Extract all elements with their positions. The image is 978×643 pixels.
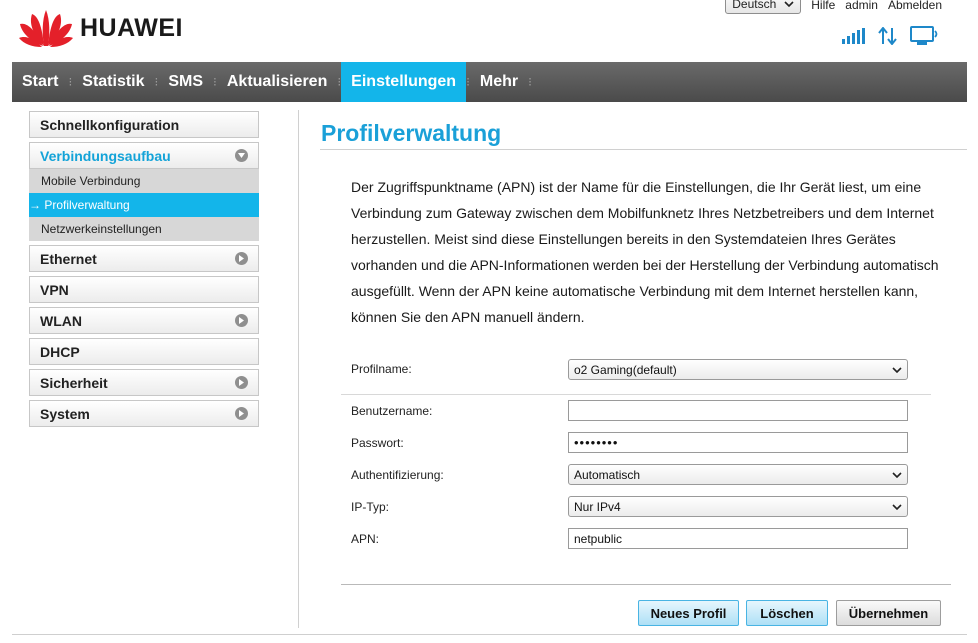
language-select-value: Deutsch bbox=[732, 0, 777, 11]
username-input[interactable] bbox=[568, 400, 908, 421]
nav-aktualisieren[interactable]: Aktualisieren bbox=[217, 62, 337, 102]
chevron-down-icon bbox=[784, 1, 794, 7]
apply-button[interactable]: Übernehmen bbox=[836, 600, 941, 626]
sidebar-item-wlan[interactable]: WLAN bbox=[29, 307, 259, 334]
sidebar-item-system[interactable]: System bbox=[29, 400, 259, 427]
sidebar-item-ethernet[interactable]: Ethernet bbox=[29, 245, 259, 272]
apn-label: APN: bbox=[351, 532, 380, 546]
nav-start[interactable]: Start bbox=[12, 62, 68, 102]
chevron-right-icon bbox=[235, 407, 248, 420]
status-icons bbox=[842, 26, 940, 46]
sidebar-item-schnellkonfiguration[interactable]: Schnellkonfiguration bbox=[29, 111, 259, 138]
chevron-down-icon bbox=[892, 366, 902, 373]
ip-type-label: IP-Typ: bbox=[351, 500, 390, 514]
sidebar-item-sicherheit[interactable]: Sicherheit bbox=[29, 369, 259, 396]
footer-divider bbox=[12, 634, 967, 635]
sidebar-item-label: Ethernet bbox=[40, 250, 97, 267]
chevron-down-icon bbox=[892, 503, 902, 510]
chevron-right-icon bbox=[235, 376, 248, 389]
sidebar-subitem-profilverwaltung[interactable]: → Profilverwaltung bbox=[29, 193, 259, 217]
page-title: Profilverwaltung bbox=[321, 120, 502, 146]
authentication-value: Automatisch bbox=[574, 467, 641, 482]
huawei-flower-icon bbox=[19, 10, 73, 47]
nav-separator: ⁝ bbox=[528, 75, 532, 89]
delete-button[interactable]: Löschen bbox=[746, 600, 828, 626]
chevron-down-icon bbox=[892, 471, 902, 478]
chevron-right-icon bbox=[235, 314, 248, 327]
apn-description: Der Zugriffspunktname (APN) ist der Name… bbox=[351, 179, 939, 325]
nav-sms[interactable]: SMS bbox=[158, 62, 213, 102]
title-divider bbox=[320, 149, 967, 150]
buttons-divider bbox=[341, 584, 951, 585]
data-transfer-icon bbox=[878, 27, 897, 45]
password-value: •••••••• bbox=[574, 435, 619, 450]
brand-name: HUAWEI bbox=[80, 13, 183, 42]
nav-statistik[interactable]: Statistik bbox=[72, 62, 154, 102]
nav-mehr[interactable]: Mehr bbox=[470, 62, 528, 102]
main-nav: Start ⁝ Statistik ⁝ SMS ⁝ Aktualisieren … bbox=[12, 62, 967, 102]
authentication-select[interactable]: Automatisch bbox=[568, 464, 908, 485]
language-select[interactable]: Deutsch bbox=[725, 0, 802, 14]
chevron-down-icon bbox=[235, 149, 248, 162]
password-input[interactable]: •••••••• bbox=[568, 432, 908, 453]
sidebar-submenu: Mobile Verbindung → Profilverwaltung Net… bbox=[29, 169, 259, 241]
sidebar-item-label: System bbox=[40, 405, 90, 422]
sidebar-item-label: VPN bbox=[40, 281, 69, 298]
password-label: Passwort: bbox=[351, 436, 404, 450]
nav-einstellungen[interactable]: Einstellungen bbox=[341, 62, 467, 102]
sidebar-item-dhcp[interactable]: DHCP bbox=[29, 338, 259, 365]
sidebar-item-label: Schnellkonfiguration bbox=[40, 116, 180, 133]
computer-connected-icon bbox=[910, 26, 938, 45]
brand-logo: HUAWEI bbox=[18, 8, 183, 48]
sidebar-item-label: Verbindungsaufbau bbox=[40, 147, 171, 164]
settings-sidebar: Schnellkonfiguration Verbindungsaufbau M… bbox=[29, 111, 259, 431]
ip-type-value: Nur IPv4 bbox=[574, 499, 621, 514]
chevron-right-icon bbox=[235, 252, 248, 265]
sidebar-item-vpn[interactable]: VPN bbox=[29, 276, 259, 303]
ip-type-select[interactable]: Nur IPv4 bbox=[568, 496, 908, 517]
sidebar-item-label: Sicherheit bbox=[40, 374, 108, 391]
apn-input[interactable] bbox=[568, 528, 908, 549]
sidebar-item-label: WLAN bbox=[40, 312, 82, 329]
new-profile-button[interactable]: Neues Profil bbox=[638, 600, 739, 626]
signal-strength-icon bbox=[842, 28, 865, 44]
sidebar-subitem-netzwerkeinstellungen[interactable]: Netzwerkeinstellungen bbox=[29, 217, 259, 241]
vertical-divider bbox=[298, 110, 299, 628]
sidebar-subitem-mobile-verbindung[interactable]: Mobile Verbindung bbox=[29, 169, 259, 193]
form-divider bbox=[341, 394, 931, 395]
sidebar-item-label: DHCP bbox=[40, 343, 80, 360]
profile-name-value: o2 Gaming(default) bbox=[574, 362, 677, 377]
logout-link[interactable]: Abmelden bbox=[888, 0, 942, 11]
help-link[interactable]: Hilfe bbox=[811, 0, 835, 11]
profile-name-label: Profilname: bbox=[351, 362, 412, 376]
user-link[interactable]: admin bbox=[845, 0, 878, 11]
username-label: Benutzername: bbox=[351, 404, 433, 418]
top-bar: Deutsch Hilfe admin Abmelden bbox=[725, 0, 942, 16]
profile-name-select[interactable]: o2 Gaming(default) bbox=[568, 359, 908, 380]
sidebar-item-verbindungsaufbau[interactable]: Verbindungsaufbau bbox=[29, 142, 259, 169]
authentication-label: Authentifizierung: bbox=[351, 468, 444, 482]
